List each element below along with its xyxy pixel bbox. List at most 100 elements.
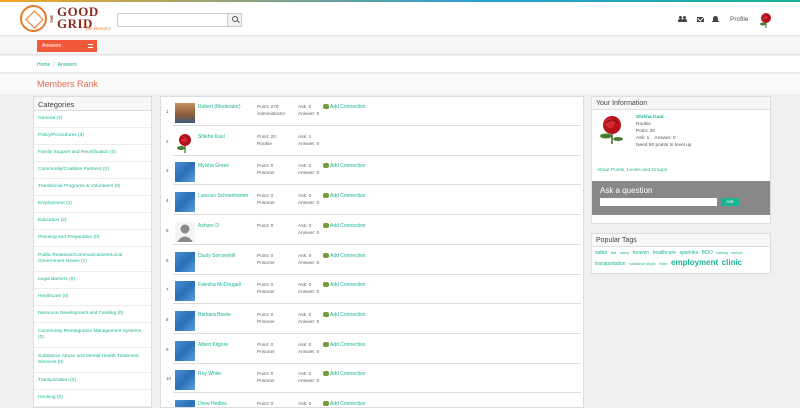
- member-ask: Ask: 0: [298, 105, 312, 110]
- popular-tag[interactable]: training: [716, 251, 727, 255]
- popular-tag[interactable]: sparkles: [679, 250, 698, 256]
- member-points-value: Point: 0: [257, 223, 274, 229]
- user-photo-avatar[interactable]: [175, 103, 195, 123]
- bell-icon[interactable]: [712, 16, 719, 22]
- popular-tag[interactable]: test: [611, 251, 617, 255]
- user-avatar[interactable]: [175, 400, 195, 407]
- members-rank-list: 1 Robert (Moderator) Point: 279 Administrat…: [160, 96, 584, 408]
- popular-tag[interactable]: heaven: [633, 250, 649, 256]
- users-icon[interactable]: [678, 16, 687, 23]
- member-ask-answer: Ask: 0Answer: 0: [298, 342, 319, 356]
- ask-question-input[interactable]: [600, 198, 717, 206]
- answers-tab[interactable]: Answers: [37, 40, 97, 52]
- category-item[interactable]: Planning and Preparation (0): [34, 230, 151, 247]
- member-name-link[interactable]: Roy White: [198, 371, 253, 378]
- member-points: Point: 0Prisoner: [257, 163, 275, 177]
- category-item[interactable]: Public Relations/Communications/Local Go…: [34, 247, 151, 272]
- member-role: Prisoner: [257, 260, 275, 266]
- add-connection-button[interactable]: Add Connection: [323, 371, 366, 377]
- categories-title: Categories: [34, 97, 151, 111]
- add-connection-button[interactable]: Add Connection: [323, 193, 366, 199]
- popular-tag[interactable]: index: [659, 262, 667, 266]
- popular-tag[interactable]: transportation: [595, 261, 626, 267]
- your-information-title: Your Information: [592, 97, 770, 110]
- category-item[interactable]: Substance Abuse and Mental Health Treatm…: [34, 348, 151, 373]
- search-icon[interactable]: [227, 14, 241, 26]
- user-name-link[interactable]: Shikha Kaul: [636, 115, 663, 120]
- menu-icon: [88, 44, 93, 48]
- add-connection-button[interactable]: Add Connection: [323, 341, 366, 348]
- member-name-link[interactable]: Ashure D: [198, 223, 253, 230]
- member-name-link[interactable]: Falesha McDougall: [198, 282, 253, 289]
- member-points: Point: 0Prisoner: [257, 371, 275, 385]
- breadcrumb-answers[interactable]: Answers: [58, 62, 77, 68]
- member-row: 11Drew HettlesPoint: 0PrisonerAsk: 0Answ…: [161, 394, 583, 407]
- member-role: Prisoner: [257, 379, 275, 385]
- member-points: Point: 0Prisoner: [257, 401, 275, 407]
- categories-panel: Categories General (3) Policy/Procedures …: [33, 96, 152, 408]
- user-avatar[interactable]: [175, 310, 195, 331]
- member-name-link[interactable]: Lorenzo Schoenhemer: [198, 193, 253, 200]
- add-connection-button[interactable]: Add Connection: [323, 163, 366, 169]
- popular-tag[interactable]: employment: [671, 258, 718, 267]
- rose-avatar[interactable]: [175, 133, 195, 153]
- member-name-link[interactable]: Dusty Sorcewhill: [198, 253, 253, 260]
- category-item[interactable]: Policy/Procedures (3): [34, 128, 151, 145]
- category-item[interactable]: General (3): [34, 111, 151, 128]
- breadcrumb-home[interactable]: Home: [37, 62, 50, 68]
- category-item[interactable]: Employment (1): [34, 196, 151, 213]
- member-points-value: Point: 0: [257, 283, 274, 289]
- popular-tag[interactable]: sachy: [620, 251, 629, 255]
- category-item[interactable]: Resource Development and Funding (0): [34, 306, 151, 323]
- user-avatar[interactable]: [175, 281, 195, 302]
- user-avatar[interactable]: [175, 162, 195, 183]
- category-item[interactable]: Housing (0): [34, 390, 151, 407]
- profile-link[interactable]: Profile: [730, 16, 748, 23]
- member-name-link[interactable]: Robert (Moderator): [198, 104, 253, 111]
- add-connection-button[interactable]: Add Connection: [323, 311, 366, 318]
- member-ask-answer: Ask: 0Answer: 0: [298, 193, 319, 207]
- member-name-link[interactable]: Barbara Bowie: [198, 312, 253, 319]
- category-item[interactable]: Healthcare (0): [34, 289, 151, 306]
- popular-tag[interactable]: substance abuse: [629, 262, 655, 266]
- category-item[interactable]: Community Reintegration Management Syste…: [34, 323, 151, 348]
- category-item[interactable]: Community/Coalition Partners (0): [34, 162, 151, 179]
- member-name-link[interactable]: Drew Hettles: [198, 401, 253, 407]
- member-name-link[interactable]: Albert Kilgore: [198, 342, 253, 349]
- your-information-panel: Your Information Shikha Kaul Rookie Poin…: [591, 96, 771, 224]
- popular-tag[interactable]: fashion: [731, 251, 742, 255]
- add-connection-button[interactable]: Add Connection: [323, 401, 366, 407]
- add-connection-button[interactable]: Add Connection: [323, 252, 366, 259]
- member-name-link[interactable]: Myisha Green: [198, 163, 253, 170]
- mail-icon[interactable]: [697, 17, 704, 22]
- search-input[interactable]: [118, 14, 228, 26]
- popular-tag[interactable]: safari: [595, 250, 607, 256]
- sub-navigation: Answers: [0, 37, 800, 55]
- user-avatar[interactable]: [175, 370, 195, 391]
- member-answer: Answer: 0: [298, 201, 320, 207]
- ask-button[interactable]: Ask: [721, 198, 739, 206]
- default-user-avatar[interactable]: [175, 221, 195, 242]
- category-item[interactable]: Transportation (0): [34, 373, 151, 390]
- user-avatar[interactable]: [175, 340, 195, 361]
- member-name-link[interactable]: Shikha Kaul: [198, 134, 253, 141]
- add-connection-icon: [323, 222, 329, 228]
- user-avatar[interactable]: [175, 251, 195, 272]
- member-ask: Ask: 0: [298, 402, 312, 407]
- member-answer: Answer: 0: [298, 171, 320, 177]
- popular-tag[interactable]: healthcare: [653, 250, 676, 256]
- user-avatar[interactable]: [175, 192, 195, 213]
- category-item[interactable]: Legal Barriers (0): [34, 272, 151, 289]
- logo-side-text: THE: [49, 15, 54, 23]
- category-item[interactable]: Transitional Programs & Volunteers (0): [34, 179, 151, 196]
- popular-tag[interactable]: clinic: [722, 258, 742, 267]
- category-item[interactable]: Education (2): [34, 213, 151, 230]
- rose-avatar[interactable]: [758, 12, 774, 28]
- popular-tag[interactable]: BOO: [702, 250, 713, 256]
- member-points-value: Point: 0: [257, 164, 274, 170]
- add-connection-button[interactable]: Add Connection: [323, 282, 366, 288]
- category-item[interactable]: Family Support and Reunification (0): [34, 145, 151, 162]
- about-points-link[interactable]: About Points, Levels and Groups: [597, 168, 667, 173]
- add-connection-button[interactable]: Add Connection: [323, 222, 366, 229]
- add-connection-button[interactable]: Add Connection: [323, 104, 366, 110]
